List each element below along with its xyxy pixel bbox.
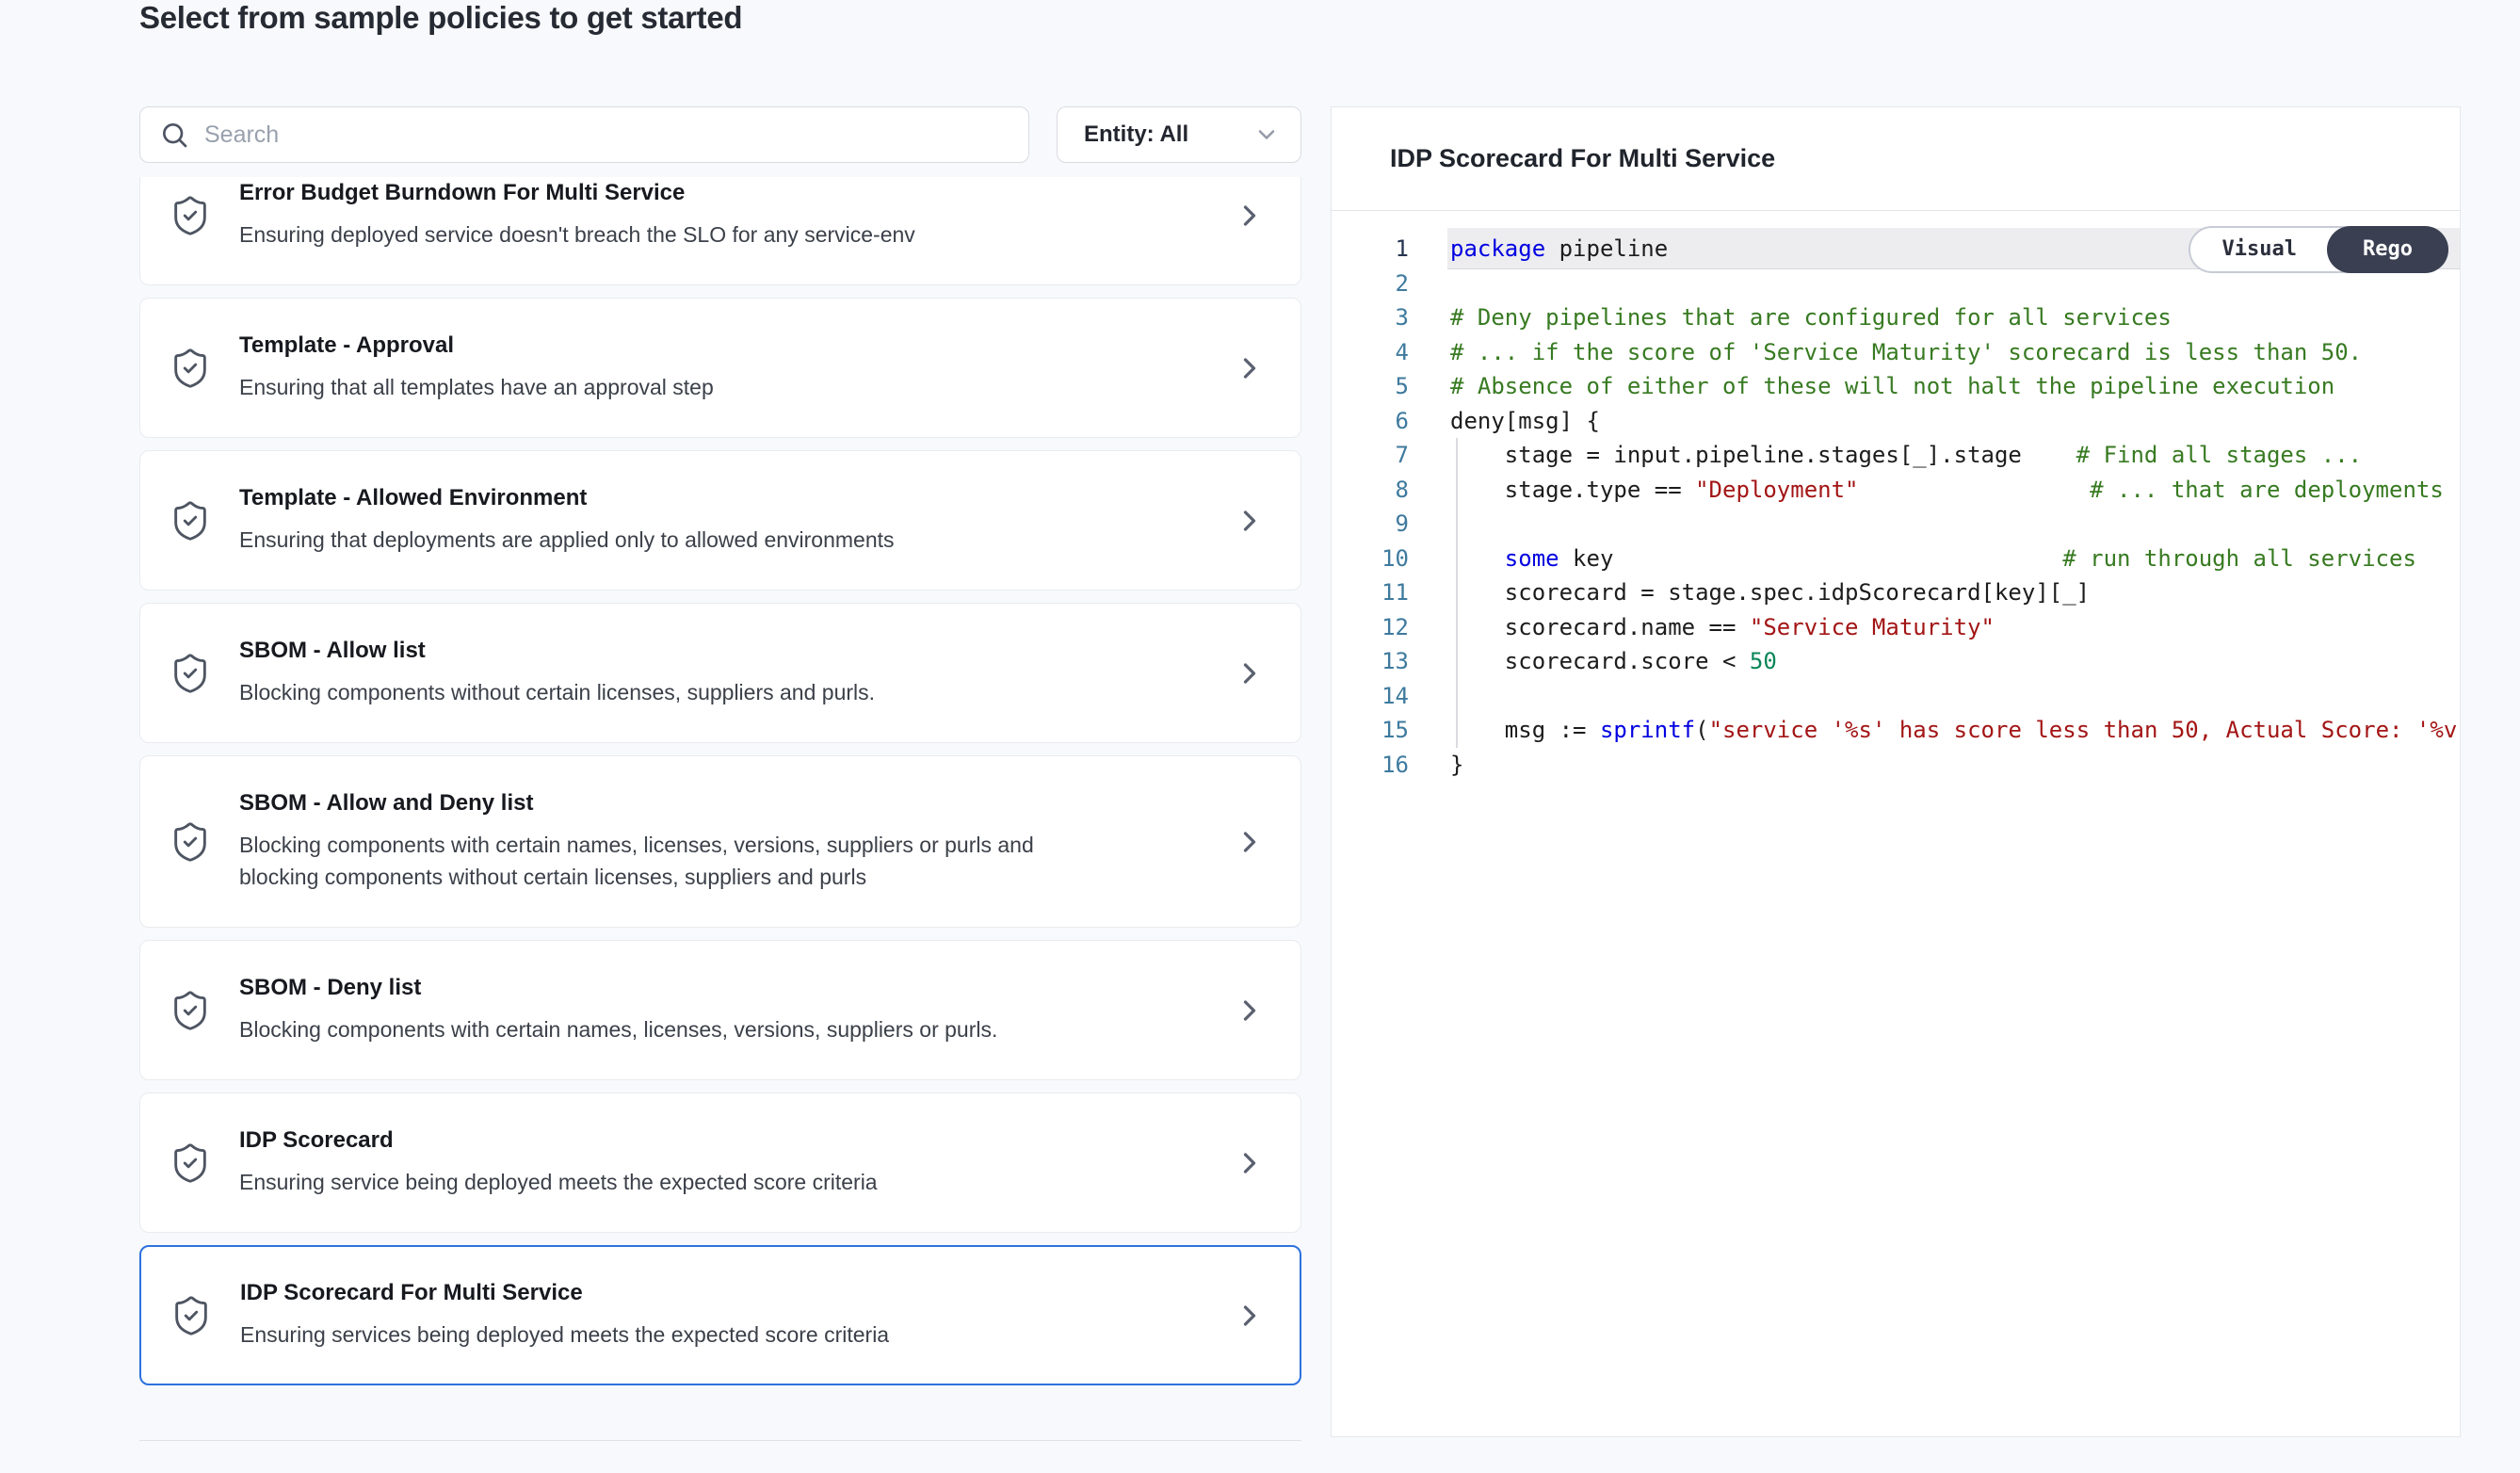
policy-title: SBOM - Allow list [239, 638, 1233, 664]
policy-card[interactable]: SBOM - Allow and Deny list Blocking comp… [139, 755, 1301, 928]
policy-description: Blocking components with certain names, … [239, 829, 1049, 893]
chevron-right-icon[interactable] [1233, 351, 1267, 385]
policy-description: Ensuring services being deployed meets t… [240, 1319, 1050, 1351]
shield-check-icon [141, 1294, 240, 1337]
rego-toggle-button[interactable]: Rego [2327, 226, 2448, 273]
policy-title: IDP Scorecard For Multi Service [240, 1280, 1233, 1306]
policy-title: IDP Scorecard [239, 1127, 1233, 1154]
entity-filter-dropdown[interactable]: Entity: All [1057, 106, 1301, 163]
shield-check-icon [140, 652, 239, 695]
policy-title: Error Budget Burndown For Multi Service [239, 180, 1233, 206]
shield-check-icon [140, 499, 239, 542]
policy-card[interactable]: Error Budget Burndown For Multi Service … [139, 177, 1301, 285]
policy-card[interactable]: SBOM - Deny list Blocking components wit… [139, 940, 1301, 1080]
policy-description: Ensuring that all templates have an appr… [239, 371, 1049, 403]
search-icon [159, 120, 189, 150]
policy-card[interactable]: IDP Scorecard Ensuring service being dep… [139, 1093, 1301, 1233]
search-box[interactable] [139, 106, 1029, 163]
policy-card[interactable]: IDP Scorecard For Multi Service Ensuring… [139, 1245, 1301, 1385]
panel-header: IDP Scorecard For Multi Service [1332, 107, 2460, 211]
chevron-right-icon[interactable] [1233, 504, 1267, 538]
policy-description: Ensuring that deployments are applied on… [239, 524, 1049, 556]
panel-title: IDP Scorecard For Multi Service [1390, 144, 1775, 173]
chevron-right-icon[interactable] [1233, 994, 1267, 1028]
search-input[interactable] [204, 121, 1010, 149]
policy-title: SBOM - Deny list [239, 975, 1233, 1001]
policy-preview-panel: IDP Scorecard For Multi Service 12345678… [1331, 106, 2461, 1437]
page-title: Select from sample policies to get start… [139, 0, 742, 36]
code-scroll-area: 12345678910111213141516 package pipeline… [1332, 211, 2460, 782]
shield-check-icon [140, 194, 239, 237]
line-number-gutter: 12345678910111213141516 [1332, 232, 1409, 782]
policy-title: SBOM - Allow and Deny list [239, 790, 1233, 817]
shield-check-icon [140, 989, 239, 1032]
policy-description: Blocking components without certain lice… [239, 676, 1049, 708]
chevron-right-icon[interactable] [1233, 1299, 1267, 1333]
chevron-right-icon[interactable] [1233, 1146, 1267, 1180]
shield-check-icon [140, 820, 239, 864]
chevron-down-icon [1253, 121, 1280, 148]
policy-card[interactable]: Template - Allowed Environment Ensuring … [139, 450, 1301, 591]
chevron-right-icon[interactable] [1233, 825, 1267, 859]
policy-card[interactable]: Template - Approval Ensuring that all te… [139, 298, 1301, 438]
policy-description: Ensuring service being deployed meets th… [239, 1166, 1049, 1198]
view-mode-toggle[interactable]: Visual Rego [2189, 226, 2448, 273]
code-content: package pipeline # Deny pipelines that a… [1409, 232, 2460, 782]
visual-toggle-button[interactable]: Visual [2190, 228, 2329, 271]
code-editor[interactable]: 12345678910111213141516 package pipeline… [1332, 211, 2460, 1436]
chevron-right-icon[interactable] [1233, 656, 1267, 690]
policy-card[interactable]: SBOM - Allow list Blocking components wi… [139, 603, 1301, 743]
policy-title: Template - Approval [239, 332, 1233, 359]
shield-check-icon [140, 1141, 239, 1185]
policy-description: Ensuring deployed service doesn't breach… [239, 219, 1049, 251]
entity-filter-label: Entity: All [1084, 121, 1188, 148]
policy-list[interactable]: Error Budget Burndown For Multi Service … [139, 177, 1301, 1441]
chevron-right-icon[interactable] [1233, 199, 1267, 233]
shield-check-icon [140, 347, 239, 390]
policy-description: Blocking components with certain names, … [239, 1013, 1049, 1045]
policy-title: Template - Allowed Environment [239, 485, 1233, 511]
